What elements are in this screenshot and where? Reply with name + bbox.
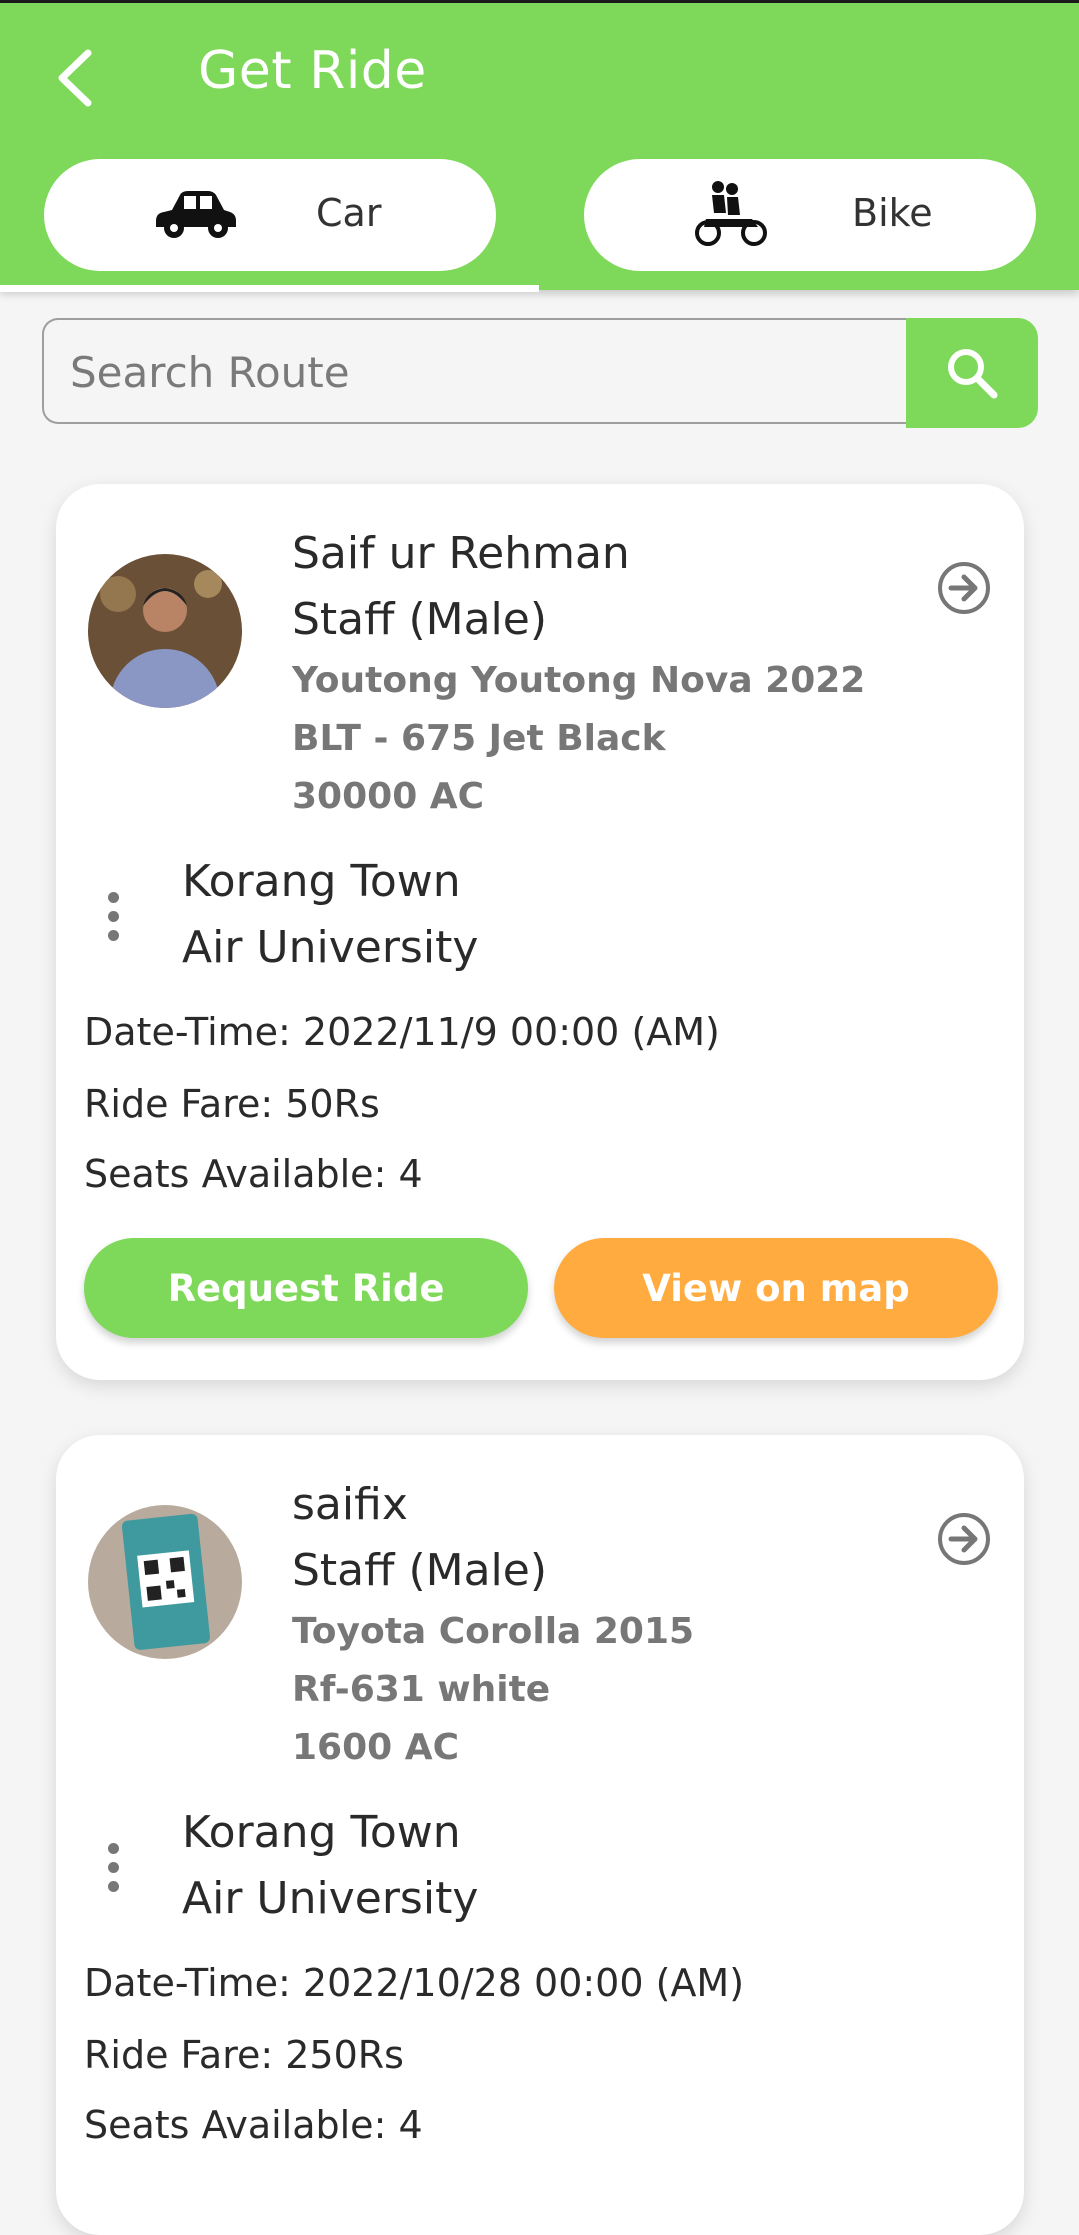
- back-button[interactable]: [48, 43, 108, 113]
- tab-bike-label: Bike: [852, 191, 933, 235]
- route-from: Korang Town: [182, 856, 461, 907]
- search-field: [42, 318, 908, 424]
- request-ride-button[interactable]: Request Ride: [84, 1238, 528, 1338]
- driver-role: Staff (Male): [292, 1545, 547, 1596]
- app-bar: Get Ride Car Bike: [0, 3, 1079, 292]
- seats-available: Seats Available: 4: [84, 2103, 423, 2147]
- route-dots-icon: [108, 1843, 122, 1900]
- seats-available: Seats Available: 4: [84, 1152, 423, 1196]
- tab-car[interactable]: Car: [44, 159, 496, 271]
- page-title: Get Ride: [198, 41, 427, 101]
- ride-datetime: Date-Time: 2022/11/9 00:00 (AM): [84, 1010, 720, 1054]
- ride-fare: Ride Fare: 250Rs: [84, 2033, 404, 2077]
- vehicle-model: Youtong Youtong Nova 2022: [292, 660, 866, 701]
- tab-car-label: Car: [316, 191, 382, 235]
- vehicle-spec: 30000 AC: [292, 776, 485, 817]
- avatar: [88, 1505, 242, 1659]
- arrow-right-circle-icon[interactable]: [936, 560, 992, 616]
- ride-card: Saif ur Rehman Staff (Male) Youtong Yout…: [56, 484, 1024, 1380]
- vehicle-model: Toyota Corolla 2015: [292, 1611, 695, 1652]
- driver-role: Staff (Male): [292, 594, 547, 645]
- vehicle-plate: Rf-631 white: [292, 1669, 551, 1710]
- motorbike-icon: [695, 181, 767, 246]
- route-dots-icon: [108, 892, 122, 949]
- view-on-map-button[interactable]: View on map: [554, 1238, 998, 1338]
- vehicle-plate: BLT - 675 Jet Black: [292, 718, 666, 759]
- ride-card: saifix Staff (Male) Toyota Corolla 2015 …: [56, 1435, 1024, 2235]
- tab-indicator: [0, 285, 539, 292]
- chevron-left-icon: [58, 49, 92, 107]
- arrow-right-circle-icon[interactable]: [936, 1511, 992, 1567]
- route-to: Air University: [182, 922, 479, 973]
- search-button[interactable]: [906, 318, 1038, 428]
- ride-fare: Ride Fare: 50Rs: [84, 1082, 380, 1126]
- tab-bike[interactable]: Bike: [584, 159, 1036, 271]
- ride-datetime: Date-Time: 2022/10/28 00:00 (AM): [84, 1961, 745, 2005]
- driver-name: saifix: [292, 1479, 408, 1530]
- driver-name: Saif ur Rehman: [292, 528, 630, 579]
- avatar: [88, 554, 242, 708]
- search-input[interactable]: [70, 344, 870, 400]
- vehicle-spec: 1600 AC: [292, 1727, 460, 1768]
- search-icon: [948, 349, 998, 399]
- route-from: Korang Town: [182, 1807, 461, 1858]
- route-to: Air University: [182, 1873, 479, 1924]
- car-icon: [156, 191, 236, 238]
